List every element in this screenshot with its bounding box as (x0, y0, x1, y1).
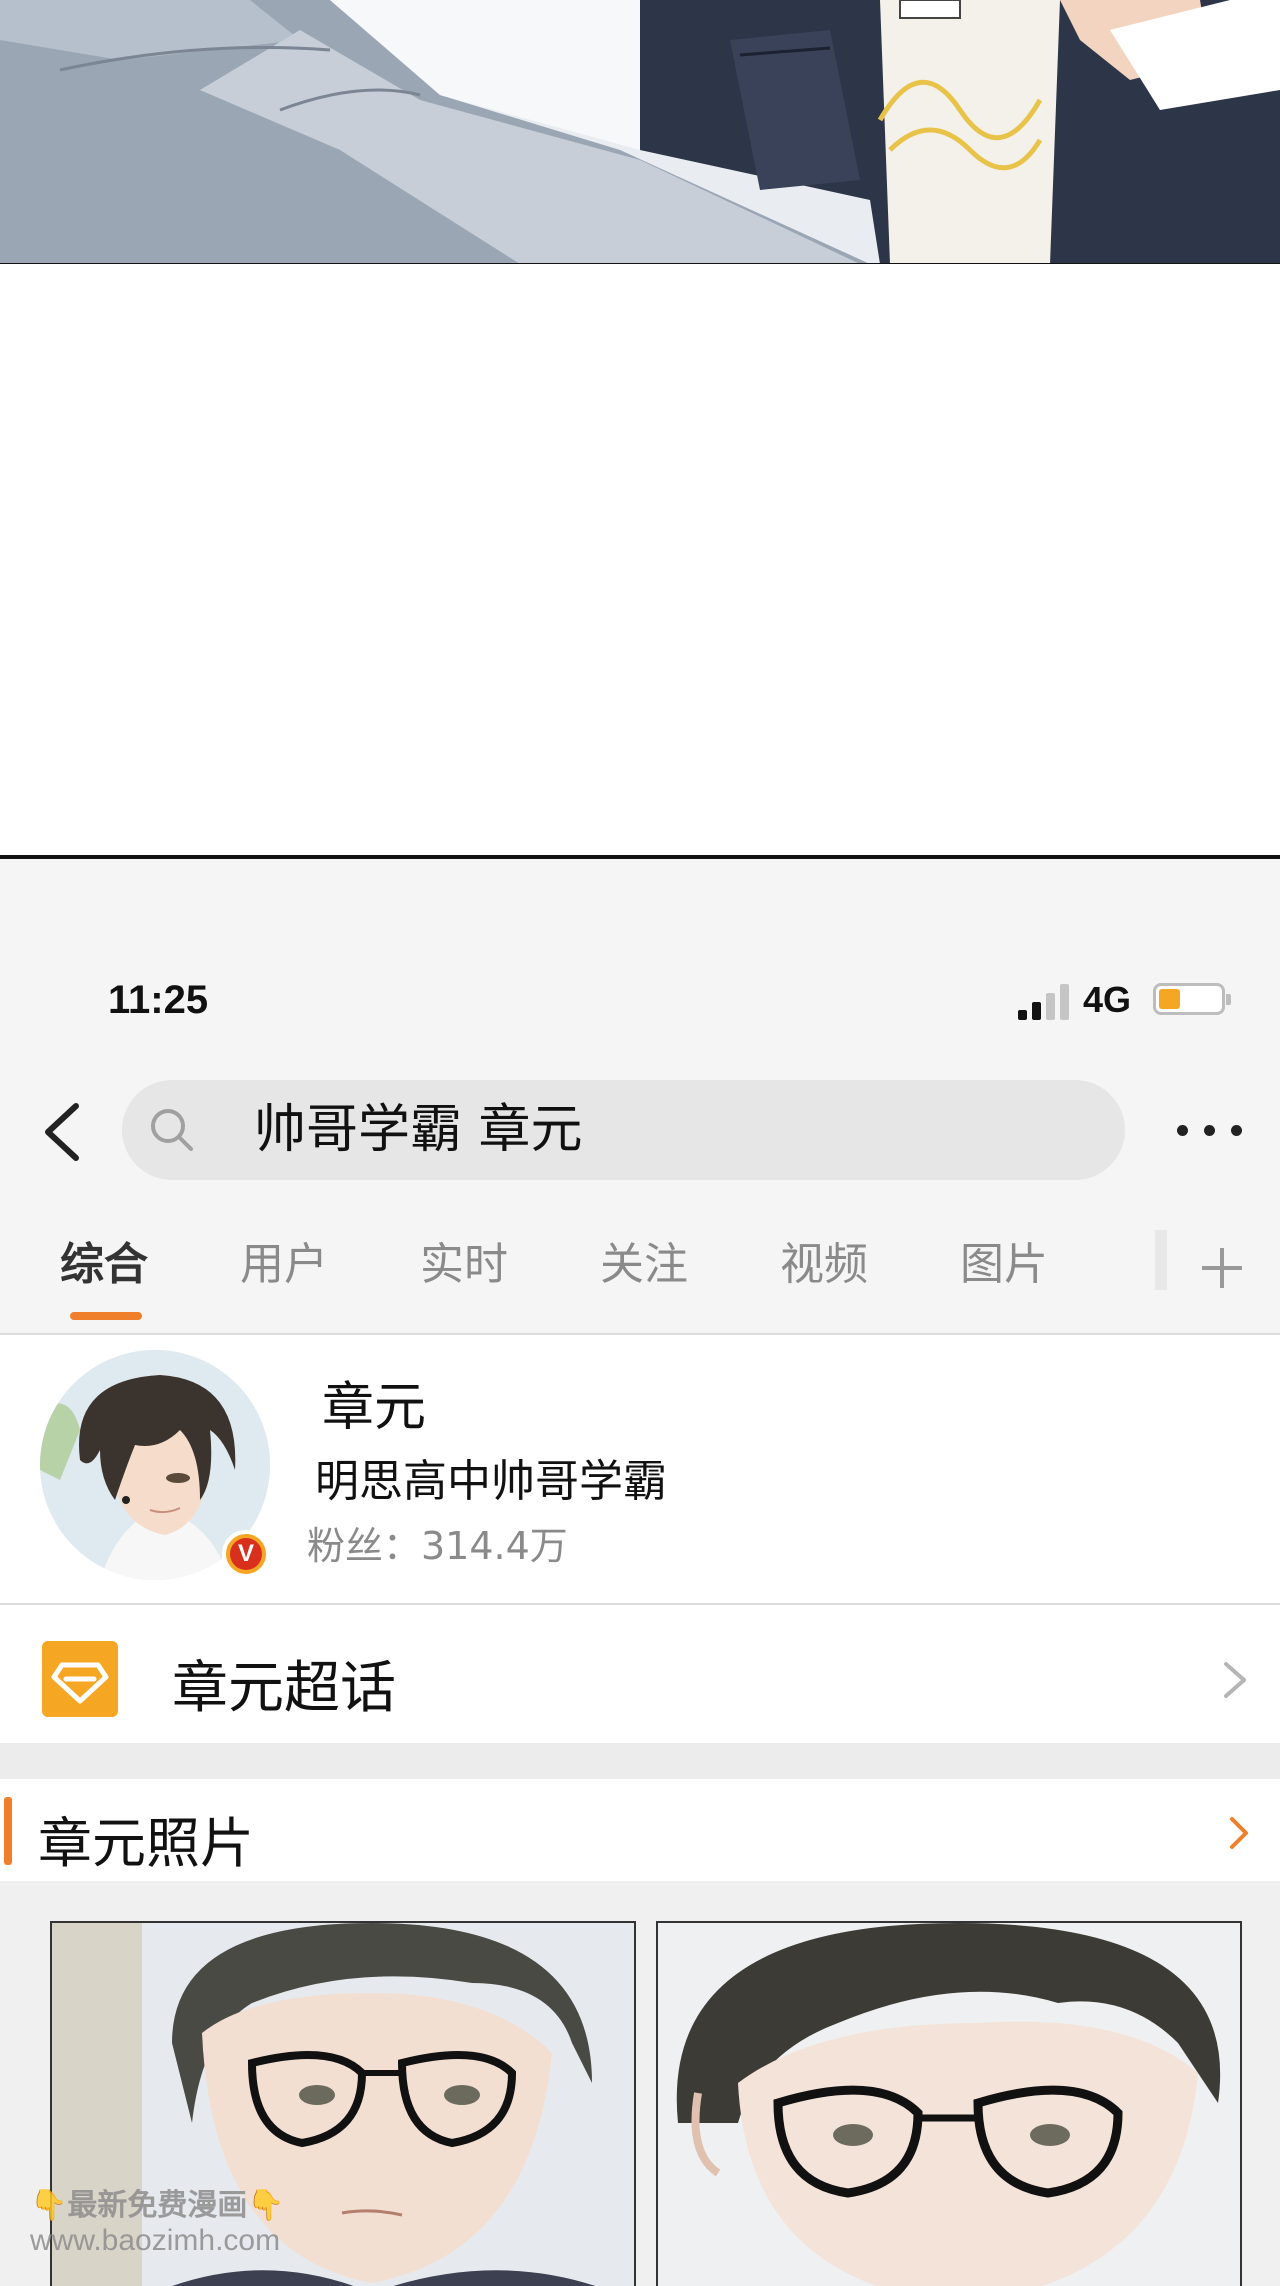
search-row: 帅哥学霸 章元 (0, 1080, 1280, 1180)
tab-realtime[interactable]: 实时 (420, 1228, 508, 1292)
search-query: 帅哥学霸 章元 (254, 1100, 583, 1160)
tab-scroll-fade (1155, 1230, 1167, 1290)
super-topic-label: 章元超话 (172, 1656, 396, 1721)
filter-tabs: 综合 用户 实时 关注 视频 图片 (0, 1200, 1280, 1335)
super-topic-row[interactable]: 章元超话 (0, 1605, 1280, 1743)
chevron-right-icon (1230, 1817, 1248, 1849)
panel-border (0, 263, 1280, 264)
search-icon (151, 1109, 193, 1151)
tab-images[interactable]: 图片 (960, 1228, 1048, 1292)
photos-section-header[interactable]: 章元照片 (0, 1779, 1280, 1881)
topic-icon-box (42, 1641, 118, 1717)
status-time: 11:25 (108, 978, 209, 1022)
user-name[interactable]: 章元 (322, 1365, 426, 1440)
user-result-card[interactable]: V 章元 明思高中帅哥学霸 粉丝：314.4万 (0, 1335, 1280, 1603)
add-tab-button[interactable] (1198, 1244, 1246, 1292)
back-button[interactable] (38, 1102, 88, 1162)
user-description: 明思高中帅哥学霸 (315, 1456, 667, 1507)
section-accent-bar (4, 1797, 12, 1865)
search-input[interactable]: 帅哥学霸 章元 (122, 1080, 1125, 1180)
comic-illustration-top (0, 0, 1280, 264)
section-separator (0, 1743, 1280, 1779)
battery-level (1159, 989, 1180, 1009)
battery-icon (1153, 983, 1231, 1015)
plus-icon (1202, 1248, 1242, 1288)
more-options-button[interactable] (1175, 1110, 1245, 1150)
photo-thumbnail[interactable] (656, 1921, 1242, 2286)
tab-following[interactable]: 关注 (600, 1228, 688, 1292)
active-tab-indicator (70, 1312, 142, 1320)
comic-panel-top (0, 0, 1280, 264)
photos-section-title: 章元照片 (38, 1812, 254, 1875)
tab-users[interactable]: 用户 (240, 1228, 328, 1292)
watermark-line2: www.baozimh.com (30, 2224, 281, 2257)
photo-illustration (658, 1923, 1240, 2286)
status-bar: 11:25 4G (0, 970, 1280, 1030)
network-type: 4G (1083, 979, 1132, 1020)
diamond-icon (51, 1662, 109, 1704)
watermark-line1: 👇最新免费漫画👇 (30, 2188, 285, 2223)
phone-screen-panel: 11:25 4G 帅哥学霸 章元 综合 用户 实时 关注 视频 图片 V 章元 … (0, 855, 1280, 2286)
site-watermark: 👇最新免费漫画👇 www.baozimh.com (30, 2180, 330, 2280)
signal-strength-icon (1018, 982, 1074, 1020)
tab-comprehensive[interactable]: 综合 (60, 1228, 148, 1292)
chevron-left-icon (45, 1103, 79, 1161)
chevron-right-icon (1224, 1662, 1246, 1698)
verified-badge: V (222, 1530, 270, 1578)
panel-border (0, 855, 1280, 859)
tab-videos[interactable]: 视频 (780, 1228, 868, 1292)
panel-gutter (0, 267, 1280, 855)
user-fans-count: 粉丝：314.4万 (307, 1524, 568, 1568)
